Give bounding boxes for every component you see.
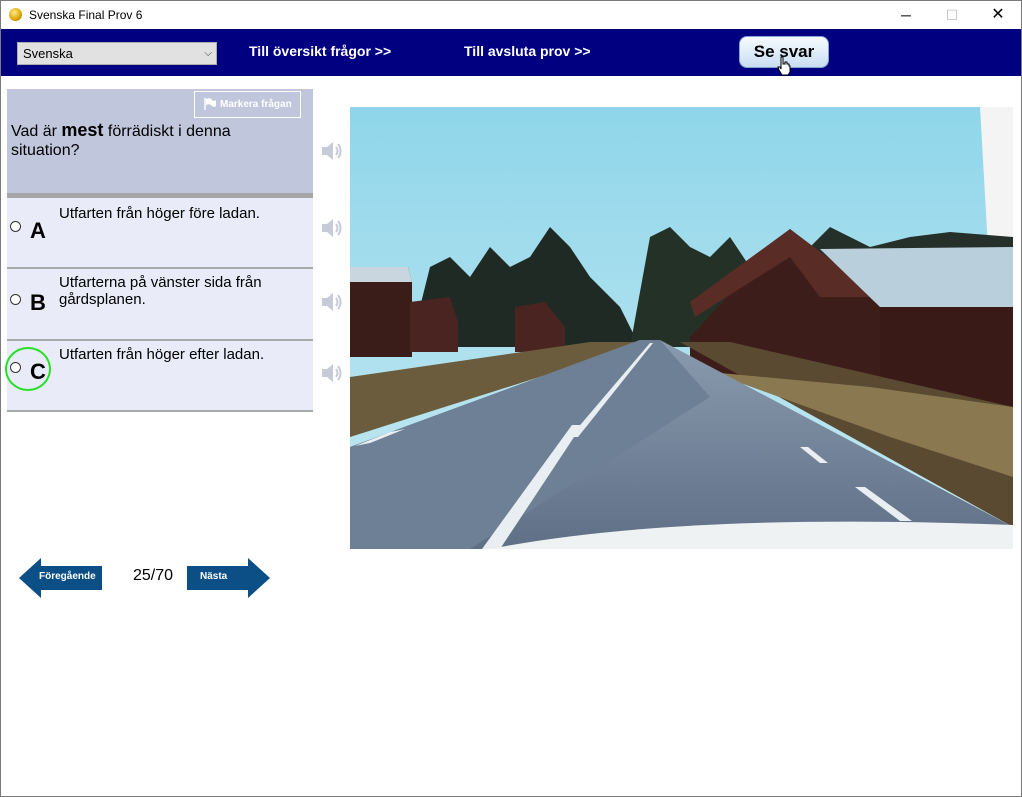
flag-icon	[204, 98, 216, 110]
window-title: Svenska Final Prov 6	[29, 8, 143, 22]
speaker-icon[interactable]	[320, 290, 344, 314]
next-button[interactable]: Nästa	[187, 558, 270, 598]
option-divider	[7, 410, 313, 412]
close-button[interactable]: ✕	[975, 1, 1021, 29]
app-icon	[9, 8, 22, 21]
chevron-down-icon: ⌵	[204, 48, 212, 59]
overview-link[interactable]: Till översikt frågor >>	[249, 43, 391, 59]
speaker-icon[interactable]	[320, 139, 344, 163]
option-c-radio[interactable]	[10, 362, 21, 373]
road-scene-image	[350, 107, 1013, 549]
question-text: Vad är mest förrädiskt i denna situation…	[11, 121, 291, 160]
question-prefix: Vad är	[11, 123, 62, 140]
maximize-button[interactable]: ☐	[929, 1, 975, 29]
question-emphasis: mest	[61, 120, 104, 140]
option-a-letter: A	[30, 218, 46, 243]
app-window: Svenska Final Prov 6 ─ ☐ ✕ Svenska ⌵ Til…	[0, 0, 1022, 797]
speaker-icon[interactable]	[320, 216, 344, 240]
question-counter: 25/70	[133, 567, 174, 584]
minimize-button[interactable]: ─	[883, 1, 929, 29]
mark-question-button[interactable]: Markera frågan	[194, 91, 301, 118]
previous-button[interactable]: Föregående	[19, 558, 102, 598]
language-value: Svenska	[23, 46, 73, 61]
option-b-text: Utfarterna på vänster sida från gårdspla…	[59, 274, 262, 308]
option-b-letter: B	[30, 290, 46, 315]
next-label: Nästa	[200, 571, 228, 582]
option-c-text: Utfarten från höger efter ladan.	[59, 346, 265, 363]
previous-label: Föregående	[39, 571, 96, 582]
option-c-letter: C	[30, 359, 46, 384]
language-select[interactable]: Svenska ⌵	[17, 42, 217, 65]
top-navbar: Svenska ⌵ Till översikt frågor >> Till a…	[1, 29, 1021, 76]
option-a-radio[interactable]	[10, 221, 21, 232]
option-a-text: Utfarten från höger före ladan.	[59, 205, 260, 222]
title-bar: Svenska Final Prov 6 ─ ☐ ✕	[1, 1, 1021, 29]
cursor-icon	[777, 56, 791, 76]
speaker-icon[interactable]	[320, 361, 344, 385]
option-b-radio[interactable]	[10, 294, 21, 305]
finish-exam-link[interactable]: Till avsluta prov >>	[464, 43, 591, 59]
mark-question-label: Markera frågan	[220, 99, 292, 110]
